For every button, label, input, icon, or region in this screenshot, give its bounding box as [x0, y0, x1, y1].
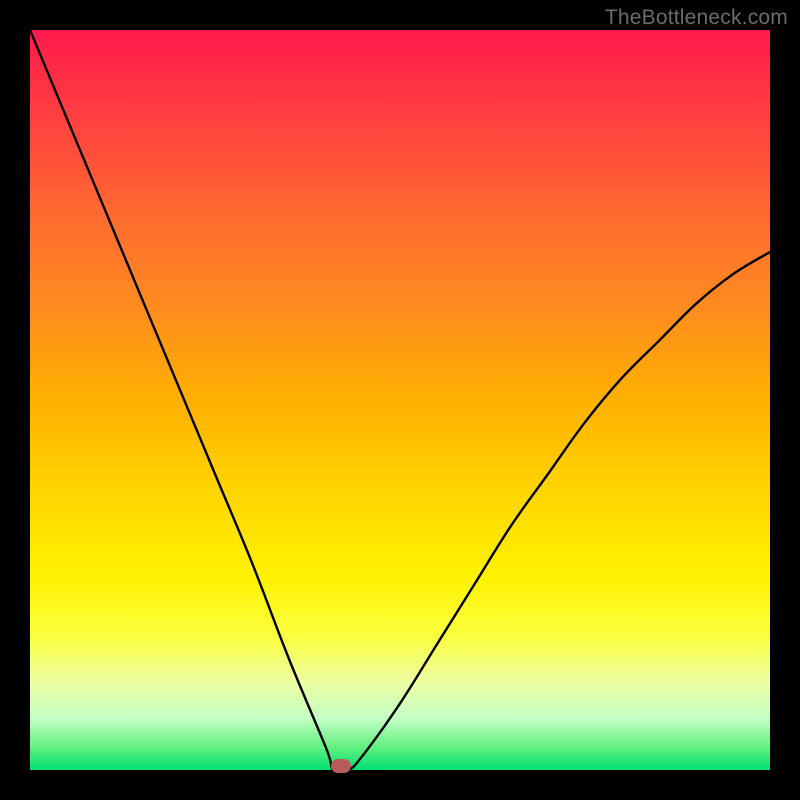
chart-frame: TheBottleneck.com	[0, 0, 800, 800]
watermark-text: TheBottleneck.com	[605, 6, 788, 30]
plot-area	[30, 30, 770, 770]
bottleneck-curve	[30, 30, 770, 770]
optimum-marker	[331, 759, 351, 773]
